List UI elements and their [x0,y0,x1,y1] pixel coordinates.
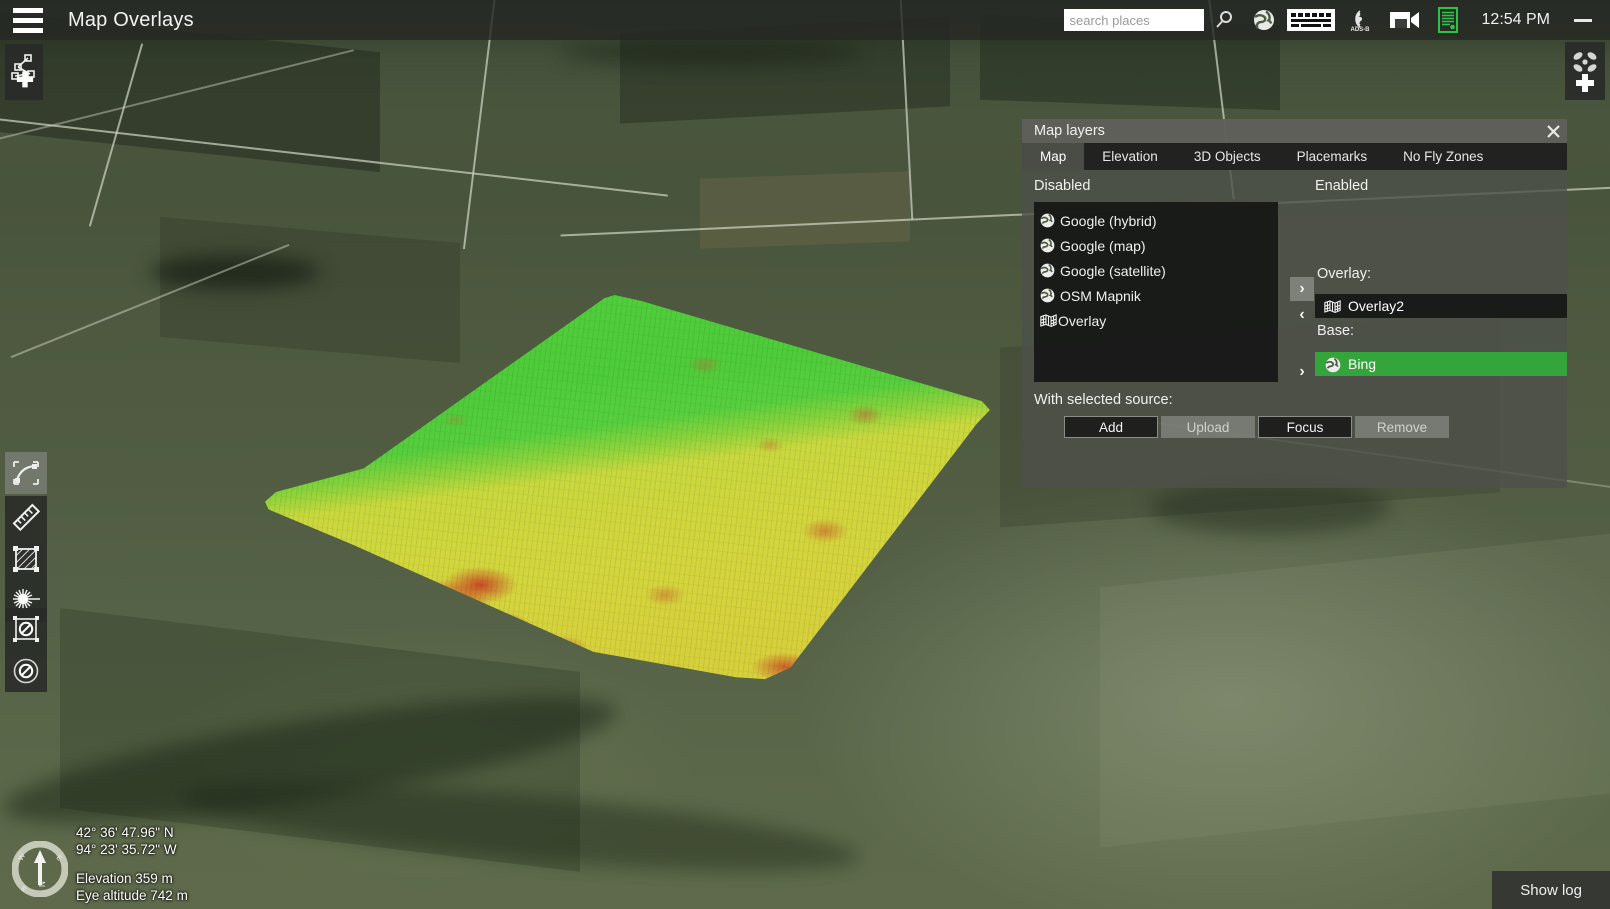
compass-widget[interactable]: E W N S [11,840,69,898]
globe-icon [1325,357,1341,372]
video-camera-icon[interactable] [1382,0,1428,40]
elevation-value: Elevation 359 m [76,871,173,887]
source-action-buttons: Add Upload Focus Remove [1064,416,1449,438]
map-parcel [700,171,910,249]
list-item[interactable]: Google (map) [1034,233,1278,258]
minimize-bar [1574,18,1592,22]
list-item[interactable]: Overlay [1034,308,1278,333]
map-terrain-feature [150,255,320,289]
hamburger-menu-icon[interactable] [0,0,56,40]
tab-map[interactable]: Map [1022,143,1085,170]
hamburger-bar [13,17,43,23]
no-fly-zone-circle-tool[interactable] [5,650,47,692]
hamburger-bar [13,27,43,33]
globe-icon [1040,263,1055,278]
list-item[interactable]: OSM Mapnik [1034,283,1278,308]
keyboard-icon[interactable] [1284,0,1338,40]
panel-header: Map layers [1022,119,1567,143]
list-item-label: Overlay [1058,312,1107,329]
application-window: Map Overlays search places ADS-B 12:54 P… [0,0,1610,909]
log-document-icon[interactable] [1428,0,1468,40]
clock-display: 12:54 PM [1481,11,1550,28]
move-to-enabled-button[interactable]: › [1290,277,1314,301]
altitude-readout: Elevation 359 m Eye altitude 742 m [76,871,188,905]
remove-button: Remove [1355,416,1449,438]
enabled-base-label: Bing [1348,356,1377,372]
search-magnifier-icon[interactable] [1204,0,1244,40]
map-overlay-icon [1040,313,1057,328]
panel-body: Disabled Enabled Google (hybrid) Google … [1022,170,1567,488]
base-group-label: Base: [1317,323,1355,339]
enabled-overlay-item[interactable]: Overlay2 [1315,294,1567,318]
ruler-measure-tool[interactable] [5,496,47,538]
tool-group-selection [5,452,47,494]
globe-icon[interactable] [1244,0,1284,40]
list-item-label: Google (map) [1060,237,1146,254]
tool-group-measure [5,496,47,622]
with-selected-source-label: With selected source: [1034,392,1173,408]
adsb-icon[interactable]: ADS-B [1338,0,1382,40]
map-parcel [160,216,460,364]
show-log-button[interactable]: Show log [1492,871,1610,909]
focus-button[interactable]: Focus [1258,416,1352,438]
add-waypoint-icon[interactable] [5,44,43,100]
disabled-sources-list[interactable]: Google (hybrid) Google (map) Google (sat… [1034,202,1278,382]
longitude-value: 94° 23' 35.72" W [76,842,177,858]
enabled-column-label: Enabled [1315,178,1369,194]
eye-altitude-value: Eye altitude 742 m [76,888,188,904]
tab-3d-objects[interactable]: 3D Objects [1176,143,1279,170]
latitude-value: 42° 36' 47.96" N [76,825,174,841]
hamburger-bar [13,7,43,13]
list-item-label: Google (hybrid) [1060,212,1157,229]
move-to-disabled-button[interactable]: ‹ [1290,303,1314,327]
map-terrain-feature [560,40,860,66]
transfer-arrow-group: › ‹ › [1290,170,1314,410]
tool-group-nofly [5,608,47,692]
map-layers-panel: Map layers Map Elevation 3D Objects Plac… [1022,119,1567,488]
tab-placemarks[interactable]: Placemarks [1279,143,1386,170]
minimize-button[interactable] [1566,18,1600,22]
edit-path-tool[interactable] [5,452,47,494]
search-input[interactable] [1063,9,1204,31]
globe-icon [1040,238,1055,253]
map-overlay-icon [1324,299,1341,314]
panel-title: Map layers [1034,123,1105,139]
map-terrain-feature [1150,480,1390,534]
page-title: Map Overlays [68,8,194,31]
globe-icon [1040,213,1055,228]
top-toolbar: Map Overlays search places ADS-B 12:54 P… [0,0,1610,40]
close-icon[interactable] [1541,119,1565,143]
list-item-label: Google (satellite) [1060,262,1166,279]
coordinate-readout: 42° 36' 47.96" N 94° 23' 35.72" W [76,825,177,859]
add-button[interactable]: Add [1064,416,1158,438]
svg-text:ADS-B: ADS-B [1350,27,1370,32]
enabled-base-item[interactable]: Bing [1315,352,1567,376]
list-item[interactable]: Google (hybrid) [1034,208,1278,233]
list-item-label: OSM Mapnik [1060,287,1141,304]
move-to-base-button[interactable]: › [1290,360,1314,384]
enabled-overlay-label: Overlay2 [1348,298,1405,314]
list-item[interactable]: Google (satellite) [1034,258,1278,283]
tab-no-fly-zones[interactable]: No Fly Zones [1385,143,1501,170]
disabled-column-label: Disabled [1034,178,1091,194]
upload-button: Upload [1161,416,1255,438]
overlay-group-label: Overlay: [1317,266,1371,282]
map-parcel [1100,532,1610,848]
svg-text:N: N [38,881,47,887]
no-fly-zone-area-tool[interactable] [5,608,47,650]
globe-icon [1040,288,1055,303]
add-vehicle-icon[interactable] [1565,42,1605,100]
top-toolbar-right-group: ADS-B [1063,0,1610,40]
tab-elevation[interactable]: Elevation [1084,143,1176,170]
panel-tab-bar: Map Elevation 3D Objects Placemarks No F… [1022,143,1567,170]
area-survey-tool[interactable] [5,538,47,580]
